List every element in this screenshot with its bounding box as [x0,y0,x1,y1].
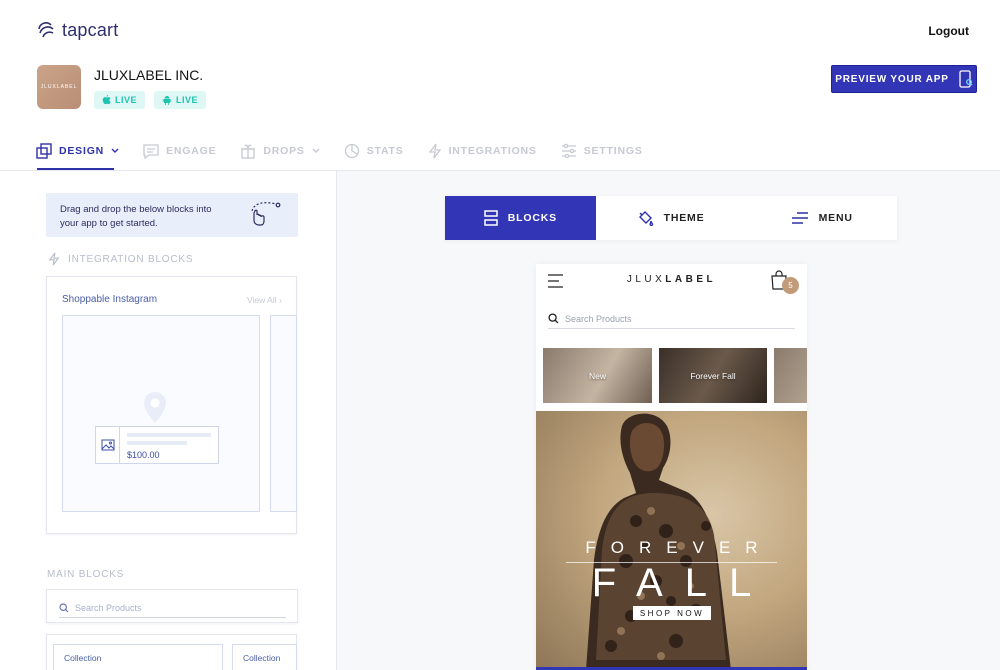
blocks-icon [484,210,498,226]
phone-preview: JLUXLABEL 5 Search Products New Forever … [536,264,807,670]
editor-tabs: BLOCKS THEME MENU [445,196,897,240]
nav-drops-label: DROPS [263,145,305,157]
brand-thumb-text: JLUXLABEL [40,84,78,90]
phone-search-input[interactable]: Search Products [548,309,795,329]
paint-bucket-icon [638,211,653,226]
product-tag-body: $100.00 [120,427,218,463]
main-blocks-label: MAIN BLOCKS [47,569,125,580]
phone-search-icon [959,70,973,88]
settings-icon [561,143,576,159]
android-icon [162,96,172,105]
menu-lines-icon [791,212,808,224]
nav-integrations-label: INTEGRATIONS [448,145,537,157]
location-pin-icon [144,392,166,423]
tab-blocks[interactable]: BLOCKS [445,196,596,240]
hero-title-forever: FOREVER [585,538,773,557]
brand-name: JLUXLABEL INC. [94,67,204,83]
integrations-icon [428,143,441,159]
ios-status: LIVE [115,95,138,105]
collection-tile: Collection [53,644,223,670]
tab-blocks-label: BLOCKS [507,212,557,224]
android-status: LIVE [176,95,199,105]
nav-settings-label: SETTINGS [583,145,643,157]
nav-drops[interactable]: DROPS [240,143,320,159]
category-tile[interactable] [774,348,807,403]
tapcart-logo[interactable]: tapcart [36,20,118,41]
panel-divider [336,171,337,670]
tab-theme[interactable]: THEME [596,196,747,240]
logout-link[interactable]: Logout [928,24,969,38]
preview-label: PREVIEW YOUR APP [835,73,949,85]
image-placeholder [96,427,120,463]
instagram-tile [270,315,297,512]
placeholder-line [127,433,211,437]
logo-text: tapcart [62,20,119,40]
search-products-block[interactable]: Search Products [46,589,298,623]
nav-stats-label: STATS [366,145,404,157]
drops-icon [241,144,256,159]
integration-blocks-label: INTEGRATION BLOCKS [68,253,194,265]
category-tile-forever-fall[interactable]: Forever Fall [659,348,767,403]
header-divider [0,170,1000,171]
product-price: $100.00 [127,450,160,460]
search-products-field: Search Products [59,598,286,618]
view-all-link[interactable]: View All › [247,295,282,305]
instagram-block-title: Shoppable Instagram [62,294,158,305]
drag-drop-hint: Drag and drop the below blocks into your… [46,193,298,237]
ios-live-badge: LIVE [94,91,146,109]
nav-engage[interactable]: ENGAGE [143,143,217,159]
brand-avatar: JLUXLABEL [37,65,81,109]
store-logo-light: JLUX [626,274,666,285]
main-nav: DESIGN ENGAGE DROPS STATS INTEGRATIONS S… [36,143,643,159]
store-logo: JLUXLABEL [536,274,807,285]
nav-design[interactable]: DESIGN [36,143,119,159]
nav-stats[interactable]: STATS [344,143,404,159]
drag-hand-icon [251,202,281,226]
tapcart-logo-icon [38,21,54,37]
hero-title-fall: FALL [591,561,774,605]
nav-design-label: DESIGN [59,145,105,157]
phone-search-placeholder: Search Products [565,313,632,324]
chevron-down-icon [312,148,320,153]
nav-integrations[interactable]: INTEGRATIONS [428,143,537,159]
shop-now-button[interactable]: SHOP NOW [633,606,711,620]
chevron-down-icon [111,148,119,153]
tab-menu[interactable]: MENU [746,196,897,240]
preview-app-button[interactable]: PREVIEW YOUR APP [831,65,977,93]
tab-theme-label: THEME [663,212,705,224]
tab-menu-label: MENU [818,212,853,224]
image-icon [101,439,114,451]
nav-settings[interactable]: SETTINGS [561,143,643,159]
nav-engage-label: ENGAGE [166,145,217,157]
stats-icon [344,143,359,159]
apple-icon [102,95,111,105]
hero-banner[interactable]: FOREVER FALL SHOP NOW [536,411,807,670]
placeholder-line [127,441,187,445]
integration-blocks-heading: INTEGRATION BLOCKS [48,252,193,266]
design-icon [36,143,52,159]
instagram-tile [62,315,260,512]
store-logo-bold: LABEL [665,274,717,285]
android-live-badge: LIVE [154,91,207,109]
search-icon [59,602,69,612]
view-all-label: View All [247,295,277,305]
collection-tile: Collection [232,644,297,670]
engage-icon [143,143,159,159]
product-tag: $100.00 [95,426,219,464]
cart-count-badge: 5 [782,277,799,294]
search-products-placeholder: Search Products [75,602,142,613]
category-tile-new[interactable]: New [543,348,652,403]
chevron-right-icon: › [278,295,282,305]
search-icon [548,313,559,324]
bolt-icon [48,252,60,266]
